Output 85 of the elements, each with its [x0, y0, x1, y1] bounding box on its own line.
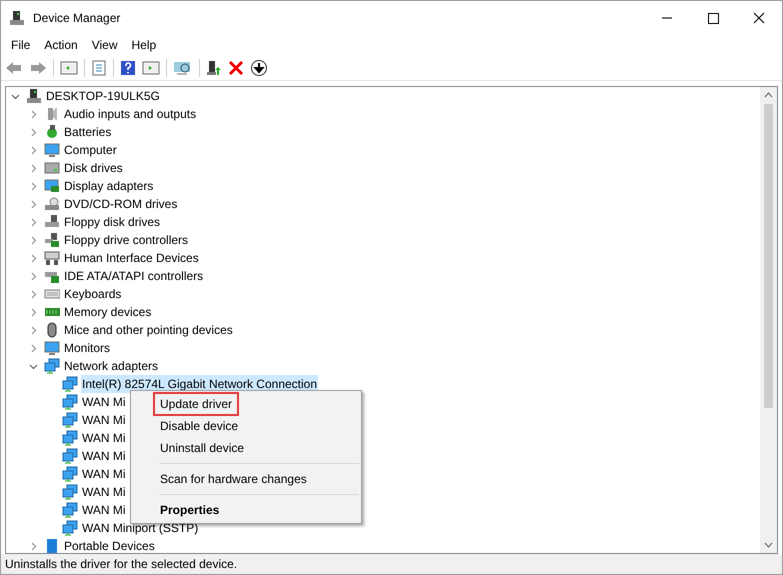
tree-item[interactable]: WAN Mi [81, 483, 127, 501]
collapse-chevron-icon[interactable] [28, 290, 38, 298]
device-category-icon [44, 178, 60, 194]
collapse-chevron-icon[interactable] [28, 542, 38, 550]
network-icon [62, 448, 78, 464]
tree-item[interactable]: DVD/CD-ROM drives [63, 195, 178, 213]
properties-sheet-icon[interactable] [91, 60, 107, 76]
console-tree-icon[interactable] [60, 60, 78, 76]
tree-item[interactable]: Network adapters [63, 357, 160, 375]
menu-item[interactable]: Properties [153, 498, 226, 522]
collapse-chevron-icon[interactable] [28, 182, 38, 190]
tree-item[interactable]: Floppy disk drives [63, 213, 162, 231]
network-icon [62, 520, 78, 536]
menu-item[interactable]: Disable device [153, 414, 246, 438]
device-update-icon[interactable] [206, 60, 222, 76]
tree-item[interactable]: Computer [63, 141, 118, 159]
collapse-chevron-icon[interactable] [28, 218, 38, 226]
tree-item[interactable]: Disk drives [63, 159, 124, 177]
menu-item[interactable]: File [4, 36, 38, 54]
network-icon [44, 358, 60, 374]
network-icon [62, 430, 78, 446]
tree-item[interactable]: WAN Mi [81, 465, 127, 483]
tree-item[interactable]: WAN Mi [81, 429, 127, 447]
expand-chevron-icon[interactable] [10, 92, 20, 100]
tree-item[interactable]: WAN Mi [81, 447, 127, 465]
device-category-icon [44, 196, 60, 212]
collapse-chevron-icon[interactable] [28, 254, 38, 262]
tree-item[interactable]: DESKTOP-19ULK5G [45, 87, 161, 105]
device-category-icon [44, 340, 60, 356]
tree-item[interactable]: Audio inputs and outputs [63, 105, 198, 123]
tree-item[interactable]: Memory devices [63, 303, 152, 321]
device-category-icon [44, 232, 60, 248]
tree-item[interactable]: Human Interface Devices [63, 249, 200, 267]
back-arrow-icon[interactable] [5, 60, 23, 76]
tree-item[interactable]: Floppy drive controllers [63, 231, 190, 249]
menu-item[interactable]: View [84, 36, 124, 54]
network-icon [62, 502, 78, 518]
network-icon [62, 412, 78, 428]
delete-icon[interactable] [228, 60, 244, 76]
tree-item[interactable]: Display adapters [63, 177, 154, 195]
device-category-icon [44, 160, 60, 176]
network-icon [62, 466, 78, 482]
device-category-icon [44, 250, 60, 266]
scrollbar[interactable] [760, 87, 777, 553]
window-title: Device Manager [33, 10, 120, 27]
tree-item[interactable]: IDE ATA/ATAPI controllers [63, 267, 204, 285]
collapse-chevron-icon[interactable] [28, 128, 38, 136]
collapse-chevron-icon[interactable] [28, 236, 38, 244]
menu-item[interactable]: Help [124, 36, 164, 54]
action-pane-icon[interactable] [142, 60, 160, 76]
network-icon [62, 376, 78, 392]
device-category-icon [44, 538, 60, 553]
computer-tower-icon [26, 88, 42, 104]
menu-item[interactable]: Uninstall device [153, 436, 252, 460]
tree-item[interactable]: Mice and other pointing devices [63, 321, 234, 339]
collapse-chevron-icon[interactable] [28, 326, 38, 334]
menu-item[interactable]: Action [37, 36, 85, 54]
device-category-icon [44, 142, 60, 158]
collapse-chevron-icon[interactable] [28, 200, 38, 208]
tree-item[interactable]: Monitors [63, 339, 112, 357]
tree-item[interactable]: Portable Devices [63, 537, 156, 553]
expand-chevron-icon[interactable] [28, 362, 38, 370]
tree-item[interactable]: Keyboards [63, 285, 122, 303]
status-text: Uninstalls the driver for the selected device. [5, 556, 238, 573]
menu-item[interactable]: Scan for hardware changes [153, 467, 314, 491]
menu-item[interactable]: Update driver [153, 392, 240, 416]
tree-item[interactable]: WAN Miniport (SSTP) [81, 519, 200, 537]
device-category-icon [44, 124, 60, 140]
tree-item[interactable]: WAN Mi [81, 501, 127, 519]
tree-item[interactable]: Batteries [63, 123, 112, 141]
collapse-chevron-icon[interactable] [28, 344, 38, 352]
network-icon [62, 394, 78, 410]
help-icon[interactable] [120, 60, 136, 76]
device-manager-icon [9, 10, 25, 26]
collapse-chevron-icon[interactable] [28, 272, 38, 280]
network-icon [62, 484, 78, 500]
tree-item[interactable]: WAN Mi [81, 393, 127, 411]
forward-arrow-icon[interactable] [29, 60, 47, 76]
collapse-chevron-icon[interactable] [28, 146, 38, 154]
tree-item[interactable]: WAN Mi [81, 411, 127, 429]
monitor-search-icon[interactable] [173, 60, 193, 76]
collapse-chevron-icon[interactable] [28, 164, 38, 172]
device-category-icon [44, 214, 60, 230]
collapse-chevron-icon[interactable] [28, 110, 38, 118]
collapse-chevron-icon[interactable] [28, 308, 38, 316]
